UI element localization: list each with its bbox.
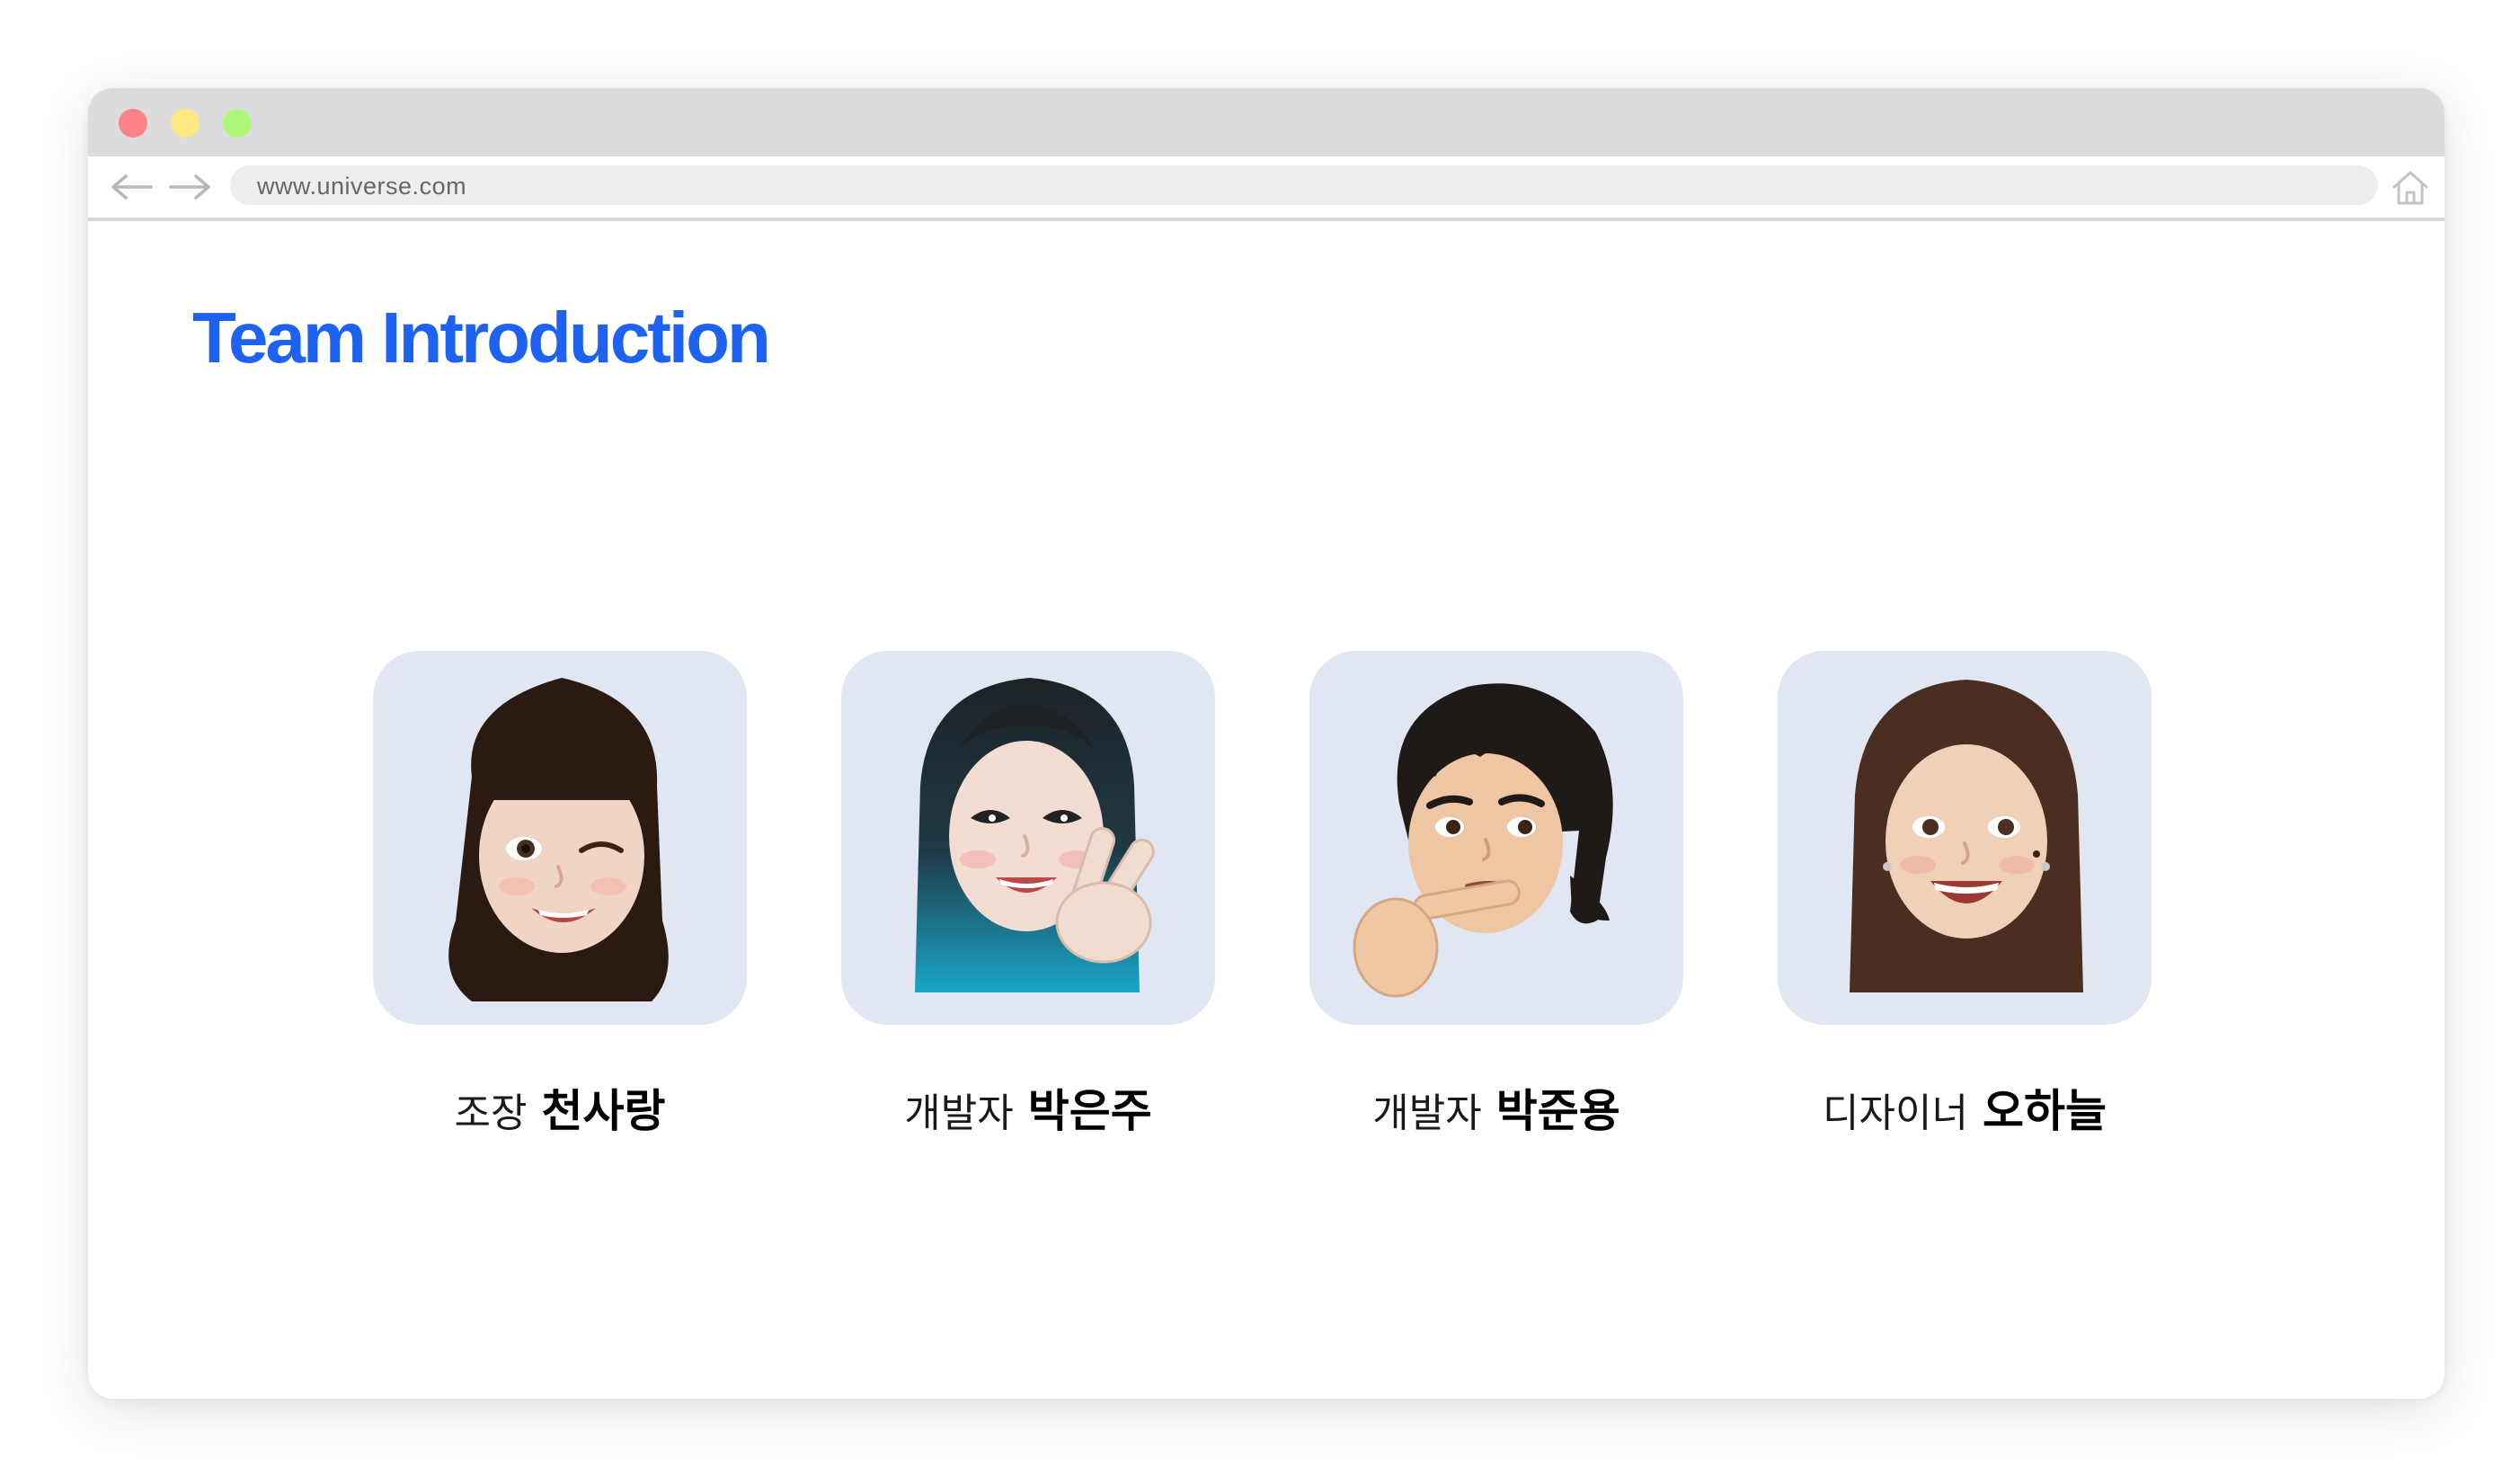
member-role: 개발자 [1372, 1090, 1482, 1136]
member-card-1 [373, 651, 747, 1025]
title-bar [88, 88, 2445, 156]
member-role: 개발자 [904, 1090, 1014, 1136]
member-name: 천사랑 [541, 1085, 666, 1137]
browser-window: www.universe.com Team Introduction 조장 천사… [88, 88, 2445, 1399]
memoji-blue-hair-girl-avatar [915, 678, 1155, 992]
address-bar[interactable]: www.universe.com [230, 165, 2378, 205]
member-card-4 [1778, 651, 2152, 1025]
close-window-button[interactable] [119, 109, 147, 138]
member-name-1: 조장 천사랑 [373, 1075, 747, 1140]
member-name-2: 개발자 박은주 [841, 1075, 1215, 1140]
member-name: 박준용 [1495, 1085, 1620, 1137]
member-card-2 [841, 651, 1215, 1025]
memoji-winking-girl-avatar [448, 678, 669, 1001]
member-role: 디자이너 [1823, 1090, 1968, 1136]
member-name: 오하늘 [1982, 1085, 2107, 1137]
member-card-3 [1309, 651, 1683, 1025]
member-name-3: 개발자 박준용 [1309, 1075, 1683, 1140]
member-name: 박은주 [1027, 1085, 1152, 1137]
member-name-4: 디자이너 오하늘 [1778, 1075, 2152, 1140]
page-title: Team Introduction [192, 298, 771, 378]
home-icon[interactable] [2389, 165, 2432, 209]
memoji-smiling-girl-avatar [1850, 680, 2083, 992]
minimize-window-button[interactable] [171, 109, 200, 138]
memoji-thinking-boy-avatar [1353, 683, 1613, 998]
member-role: 조장 [454, 1090, 528, 1136]
forward-arrow-icon[interactable] [167, 169, 214, 205]
url-text: www.universe.com [257, 173, 467, 200]
navigation-bar: www.universe.com [88, 156, 2445, 221]
maximize-window-button[interactable] [223, 109, 252, 138]
back-arrow-icon[interactable] [108, 169, 155, 205]
